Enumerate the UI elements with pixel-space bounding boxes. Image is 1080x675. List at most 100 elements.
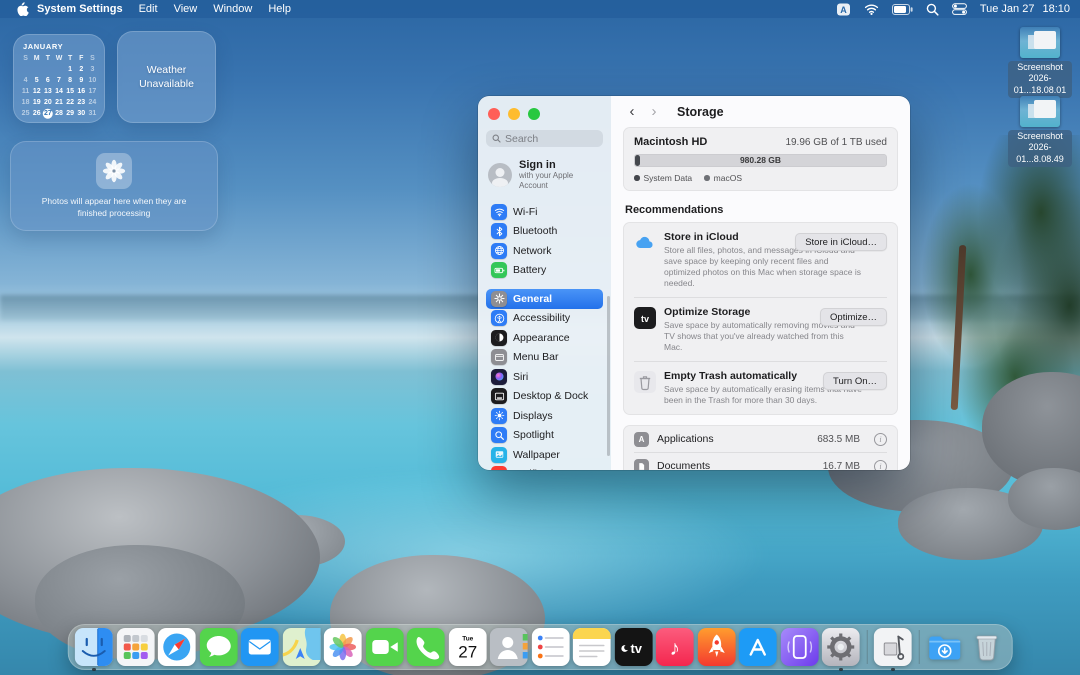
calendar-day[interactable]: 14: [53, 86, 64, 97]
calendar-day[interactable]: 15: [65, 86, 76, 97]
calendar-day[interactable]: 23: [76, 97, 87, 108]
sidebar-item-siri[interactable]: Siri: [486, 367, 603, 387]
calendar-day[interactable]: 12: [31, 86, 42, 97]
calendar-day[interactable]: 9: [76, 75, 87, 86]
sidebar-item-battery[interactable]: Battery: [486, 261, 603, 281]
calendar-day[interactable]: 31: [87, 108, 98, 119]
sidebar-item-appearance[interactable]: Appearance: [486, 328, 603, 348]
photos-widget[interactable]: Photos will appear here when they are fi…: [10, 141, 218, 231]
calendar-day[interactable]: 30: [76, 108, 87, 119]
calendar-day[interactable]: 25: [20, 108, 31, 119]
calendar-day[interactable]: 1: [65, 64, 76, 75]
search-icon[interactable]: [926, 3, 939, 16]
sign-in-row[interactable]: Sign in with your Apple Account: [486, 147, 603, 202]
dock-calendar-icon[interactable]: Tue27: [448, 628, 486, 666]
sidebar-item-menu-bar[interactable]: Menu Bar: [486, 348, 603, 368]
dock-facetime-icon[interactable]: [365, 628, 403, 666]
dock-photos-icon[interactable]: [324, 628, 362, 666]
calendar-day[interactable]: 2: [76, 64, 87, 75]
sidebar-item-displays[interactable]: Displays: [486, 406, 603, 426]
sidebar-item-bluetooth[interactable]: Bluetooth: [486, 222, 603, 242]
input-source-icon[interactable]: A: [836, 2, 851, 17]
forward-button[interactable]: ›: [645, 103, 663, 121]
calendar-day[interactable]: 22: [65, 97, 76, 108]
dock-contacts-icon[interactable]: [490, 628, 528, 666]
calendar-day[interactable]: 7: [53, 75, 64, 86]
calendar-day[interactable]: 3: [87, 64, 98, 75]
calendar-day[interactable]: 5: [31, 75, 42, 86]
battery-icon[interactable]: [892, 4, 913, 15]
calendar-day[interactable]: 20: [42, 97, 53, 108]
calendar-day[interactable]: 10: [87, 75, 98, 86]
calendar-day[interactable]: 24: [87, 97, 98, 108]
back-button[interactable]: ‹: [623, 103, 641, 121]
menu-view[interactable]: View: [174, 3, 198, 15]
weather-widget[interactable]: Weather Unavailable: [117, 31, 216, 123]
dock-mail-icon[interactable]: [241, 628, 279, 666]
turn-on-button[interactable]: Turn On…: [823, 372, 887, 390]
calendar-day[interactable]: 29: [65, 108, 76, 119]
dock-finder-icon[interactable]: [75, 628, 113, 666]
minimize-button[interactable]: [508, 108, 520, 120]
calendar-day[interactable]: 16: [76, 86, 87, 97]
search-input[interactable]: Search: [486, 130, 603, 147]
sidebar-item-wallpaper[interactable]: Wallpaper: [486, 445, 603, 465]
dock-games-icon[interactable]: [697, 628, 735, 666]
sidebar-scrollbar[interactable]: [607, 296, 610, 456]
dock-safari-icon[interactable]: [158, 628, 196, 666]
control-center-icon[interactable]: [952, 3, 967, 15]
dock-messages-icon[interactable]: [199, 628, 237, 666]
calendar-day[interactable]: 11: [20, 86, 31, 97]
active-app-name[interactable]: System Settings: [37, 3, 123, 15]
info-button[interactable]: i: [874, 433, 887, 446]
optimize-button[interactable]: Optimize…: [820, 308, 887, 326]
sidebar-item-accessibility[interactable]: Accessibility: [486, 309, 603, 329]
dock-maps-icon[interactable]: [282, 628, 320, 666]
dock-iphone-mirroring-icon[interactable]: [780, 628, 818, 666]
settings-main-pane: ‹ › Storage Macintosh HD 19.96 GB of 1 T…: [611, 96, 910, 470]
calendar-day[interactable]: 19: [31, 97, 42, 108]
calendar-day[interactable]: 6: [42, 75, 53, 86]
calendar-day[interactable]: 28: [53, 108, 64, 119]
calendar-day[interactable]: 17: [87, 86, 98, 97]
sidebar-item-wifi[interactable]: Wi-Fi: [486, 202, 603, 222]
sidebar-item-notifications[interactable]: Notifications: [486, 465, 603, 470]
info-button[interactable]: i: [874, 460, 887, 470]
menu-bar-clock[interactable]: Tue Jan 27 18:10: [980, 3, 1070, 15]
desktop-file-screenshot-1[interactable]: Screenshot 2026-01...18.08.01: [1008, 27, 1072, 98]
calendar-day[interactable]: 13: [42, 86, 53, 97]
store-in-icloud-button[interactable]: Store in iCloud…: [795, 233, 887, 251]
wifi-icon[interactable]: [864, 3, 879, 15]
menu-edit[interactable]: Edit: [139, 3, 158, 15]
dock-trash-icon[interactable]: [967, 628, 1005, 666]
menu-bar-time: 18:10: [1042, 3, 1070, 15]
calendar-day[interactable]: 4: [20, 75, 31, 86]
dock-music-icon[interactable]: ♪: [656, 628, 694, 666]
desktop-file-screenshot-2[interactable]: Screenshot 2026-01...8.08.49: [1008, 96, 1072, 167]
dock-tv-icon[interactable]: tv: [614, 628, 652, 666]
calendar-widget[interactable]: JANUARY SMTWTFS1234567891011121314151617…: [13, 34, 105, 123]
sidebar-item-desktop-dock[interactable]: Desktop & Dock: [486, 387, 603, 407]
dock-system-settings-icon[interactable]: [822, 628, 860, 666]
dock-phone-icon[interactable]: [407, 628, 445, 666]
calendar-day[interactable]: 26: [31, 108, 42, 119]
apple-menu-icon[interactable]: [16, 2, 29, 16]
dock-downloads-icon[interactable]: [926, 628, 964, 666]
calendar-day[interactable]: 8: [65, 75, 76, 86]
sidebar-item-network[interactable]: Network: [486, 241, 603, 261]
dock-reminders-icon[interactable]: [531, 628, 569, 666]
calendar-day[interactable]: 18: [20, 97, 31, 108]
calendar-today[interactable]: 27: [42, 108, 53, 119]
sidebar-item-spotlight[interactable]: Spotlight: [486, 426, 603, 446]
sidebar-item-general[interactable]: General: [486, 289, 603, 309]
menu-help[interactable]: Help: [268, 3, 291, 15]
calendar-day[interactable]: 21: [53, 97, 64, 108]
menu-window[interactable]: Window: [213, 3, 252, 15]
close-button[interactable]: [488, 108, 500, 120]
dock-installer-icon[interactable]: [874, 628, 912, 666]
zoom-button[interactable]: [528, 108, 540, 120]
dock-launchpad-icon[interactable]: [116, 628, 154, 666]
battery-icon: [491, 262, 507, 278]
dock-notes-icon[interactable]: [573, 628, 611, 666]
dock-app-store-icon[interactable]: [739, 628, 777, 666]
